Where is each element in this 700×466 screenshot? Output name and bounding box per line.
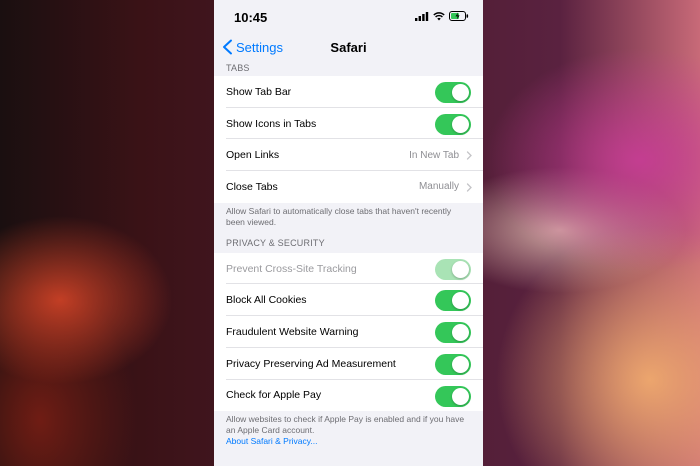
show-icons-in-tabs-row: Show Icons in Tabs <box>214 108 483 140</box>
privacy-footer-text: Allow websites to check if Apple Pay is … <box>226 414 465 436</box>
fraudulent-website-warning-toggle[interactable] <box>435 322 471 344</box>
prevent-cross-site-tracking-toggle <box>435 258 471 280</box>
status-bar: 10:45 <box>214 0 483 32</box>
toggle-knob <box>452 292 469 310</box>
show-tab-bar-row: Show Tab Bar <box>214 76 483 108</box>
privacy-section-footer: Allow websites to check if Apple Pay is … <box>214 411 483 447</box>
row-label: Prevent Cross-Site Tracking <box>226 262 357 275</box>
tabs-section-header: TABS <box>226 63 250 73</box>
chevron-right-icon <box>466 151 472 161</box>
close-tabs-value: Manually <box>418 181 459 193</box>
toggle-knob <box>452 115 469 133</box>
toggle-knob <box>452 84 469 101</box>
check-for-apple-pay-toggle[interactable] <box>435 385 471 407</box>
privacy-section-header: PRIVACY & SECURITY <box>226 237 325 248</box>
block-all-cookies-toggle[interactable] <box>435 290 471 312</box>
privacy-ad-measurement-row: Privacy Preserving Ad Measurement <box>214 348 483 380</box>
about-safari-privacy-link[interactable]: About Safari & Privacy... <box>226 436 471 447</box>
phone-screen: 10:45 Settings Safari TABS Show Tab Bar … <box>214 0 483 466</box>
row-label: Check for Apple Pay <box>226 389 322 402</box>
battery-charging-icon <box>449 11 469 21</box>
open-links-value: In New Tab <box>409 149 459 161</box>
toggle-knob <box>452 355 469 373</box>
status-icons <box>415 11 469 21</box>
privacy-group: Prevent Cross-Site Tracking Block All Co… <box>214 252 483 412</box>
row-label: Show Tab Bar <box>226 85 292 98</box>
signal-icon <box>415 11 429 21</box>
row-label: Block All Cookies <box>226 294 307 307</box>
check-for-apple-pay-row: Check for Apple Pay <box>214 380 483 412</box>
wifi-icon <box>433 11 445 20</box>
row-label: Open Links <box>226 149 280 162</box>
settings-list: TABS Show Tab Bar Show Icons in Tabs Ope… <box>214 60 483 447</box>
block-all-cookies-row: Block All Cookies <box>214 284 483 317</box>
tabs-section-footer: Allow Safari to automatically close tabs… <box>226 205 452 227</box>
row-label: Fraudulent Website Warning <box>226 325 359 338</box>
prevent-cross-site-tracking-row: Prevent Cross-Site Tracking <box>214 253 483 285</box>
privacy-ad-measurement-toggle[interactable] <box>435 353 471 375</box>
toggle-knob <box>452 387 469 405</box>
row-label: Show Icons in Tabs <box>226 117 317 130</box>
chevron-right-icon <box>466 183 472 192</box>
open-links-row[interactable]: Open Links In New Tab <box>214 139 483 172</box>
toggle-knob <box>452 324 469 342</box>
row-label: Close Tabs <box>226 180 278 193</box>
fraudulent-website-warning-row: Fraudulent Website Warning <box>214 316 483 348</box>
show-tab-bar-toggle[interactable] <box>435 82 471 103</box>
toggle-knob <box>452 260 469 278</box>
tabs-group: Show Tab Bar Show Icons in Tabs Open Lin… <box>214 76 483 203</box>
close-tabs-row[interactable]: Close Tabs Manually <box>214 171 483 203</box>
page-title: Safari <box>330 40 367 55</box>
row-label: Privacy Preserving Ad Measurement <box>226 357 396 370</box>
show-icons-in-tabs-toggle[interactable] <box>435 113 471 135</box>
status-time: 10:45 <box>234 10 268 25</box>
